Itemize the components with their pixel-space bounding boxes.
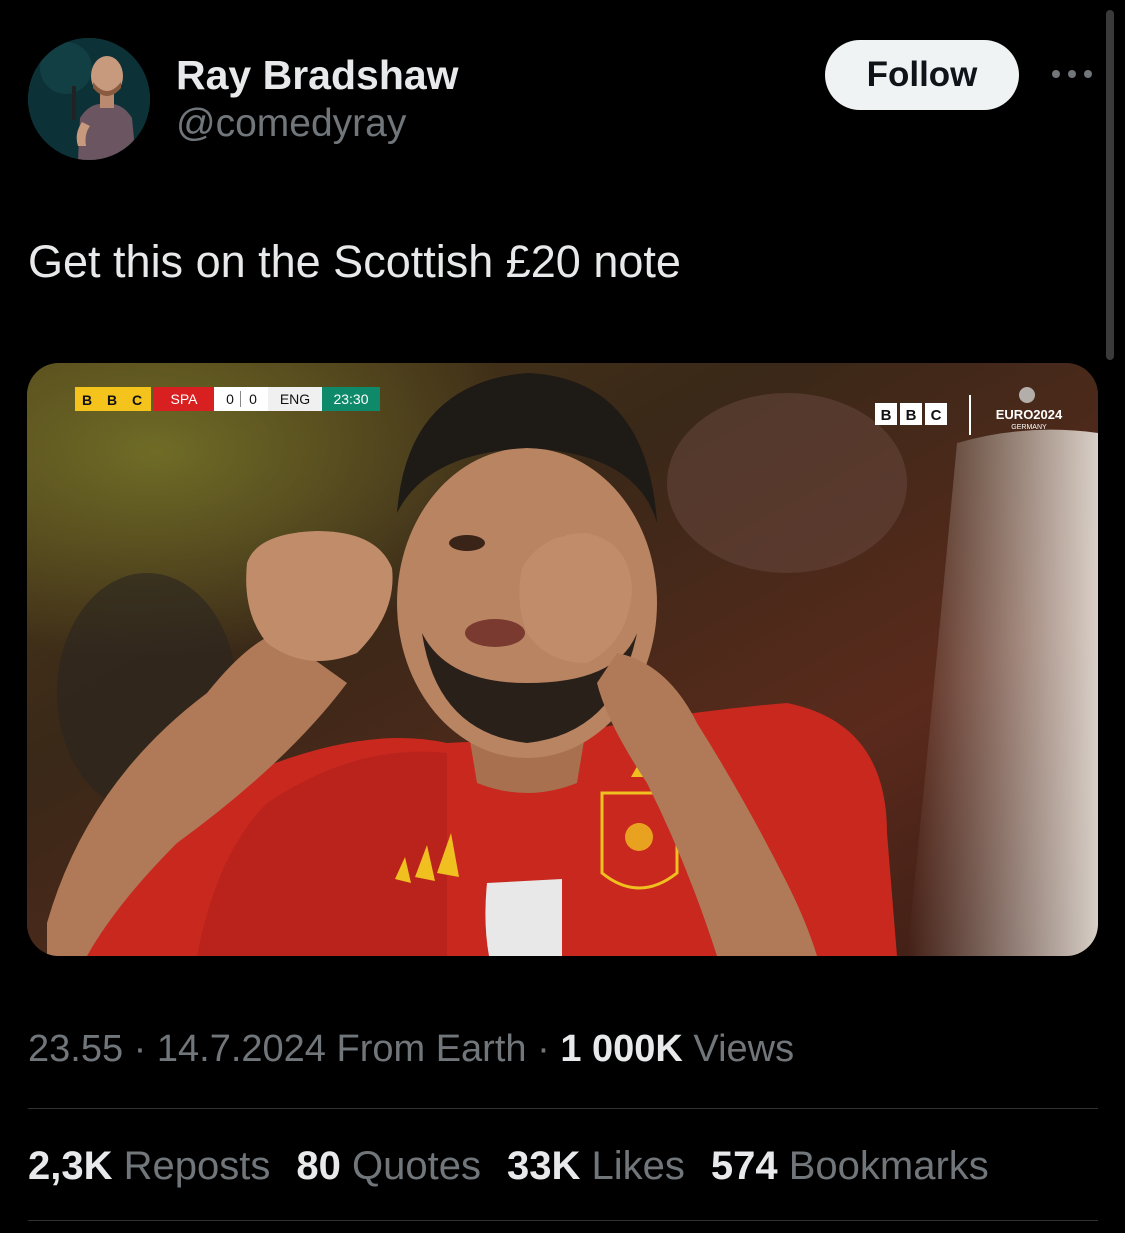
broadcaster-letter: B [82,392,92,408]
more-horizontal-icon[interactable] [1048,64,1096,84]
broadcaster-letter: C [931,407,942,424]
likes-count: 33K [506,1144,581,1188]
home-team: SPA [171,391,199,407]
home-score: 0 [226,391,234,407]
reposts-stat[interactable]: 2,3K Reposts [28,1144,270,1188]
tweet-text: Get this on the Scottish £20 note [28,236,681,287]
away-score: 0 [249,391,257,407]
quotes-stat[interactable]: 80 Quotes [296,1144,481,1188]
likes-label: Likes [591,1144,685,1188]
broadcaster-letter: C [132,392,142,408]
author-names: Ray Bradshaw @comedyray [176,52,459,150]
tweet-date[interactable]: 14.7.2024 [157,1028,326,1070]
meta-separator: · [123,1028,157,1070]
broadcaster-letter: B [881,407,892,424]
broadcaster-letter: B [107,392,117,408]
divider [28,1108,1098,1109]
tournament-host: GERMANY [1011,424,1047,431]
tournament-logo: EURO2024 [996,407,1063,422]
quotes-label: Quotes [352,1144,481,1188]
broadcaster-letter: B [906,407,917,424]
bookmarks-count: 574 [710,1144,778,1188]
scoreboard-overlay: B B C SPA 0 0 ENG 23:30 [75,387,380,411]
likes-stat[interactable]: 33K Likes [507,1144,685,1188]
match-clock: 23:30 [333,391,368,407]
tweet-header: Ray Bradshaw @comedyray Follow [28,38,1098,162]
tweet-meta: 23.55 · 14.7.2024 From Earth · 1 000K Vi… [28,1024,794,1074]
quotes-count: 80 [296,1144,341,1188]
views-count: 1 000K [560,1028,683,1070]
tweet-media[interactable]: B B C SPA 0 0 ENG 23:30 B B C EURO2024 G… [27,363,1098,956]
scrollbar[interactable] [1106,10,1114,360]
divider [28,1220,1098,1221]
bookmarks-label: Bookmarks [788,1144,989,1188]
user-handle[interactable]: @comedyray [176,98,459,150]
reposts-label: Reposts [123,1144,271,1188]
reposts-count: 2,3K [28,1144,113,1188]
tweet-location: From Earth [325,1028,527,1070]
away-team: ENG [280,391,310,407]
bookmarks-stat[interactable]: 574 Bookmarks [711,1144,989,1188]
views-label: Views [682,1028,795,1070]
meta-separator: · [526,1028,561,1070]
display-name[interactable]: Ray Bradshaw [176,52,459,98]
tweet-time[interactable]: 23.55 [28,1028,123,1070]
avatar[interactable] [28,38,150,160]
engagement-stats: 2,3K Reposts 80 Quotes 33K Likes 574 Bookma… [28,1140,1015,1192]
follow-button[interactable]: Follow [825,40,1019,110]
match-screenshot: B B C SPA 0 0 ENG 23:30 B B C EURO2024 G… [27,363,1098,956]
